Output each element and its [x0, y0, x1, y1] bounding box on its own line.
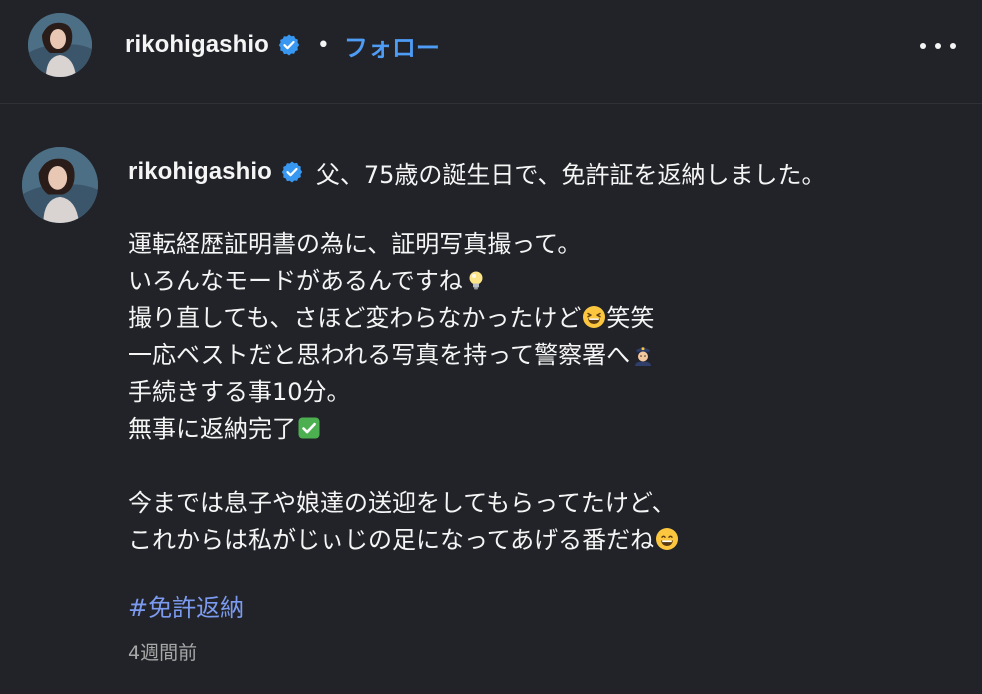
caption-line-text: 運転経歴証明書の為に、証明写真撮って。	[128, 230, 582, 258]
caption-line-text: これからは私がじぃじの足になってあげる番だね	[128, 526, 655, 554]
light-bulb-icon	[464, 268, 488, 292]
police-officer-icon	[631, 342, 655, 366]
caption-line-text: 一応ベストだと思われる写真を持って警察署へ	[128, 341, 631, 369]
caption-line-text: 今までは息子や娘達の送迎をしてもらってたけど、	[128, 489, 676, 517]
caption-line: 一応ベストだと思われる写真を持って警察署へ	[128, 337, 958, 374]
caption-line: いろんなモードがあるんですね	[128, 263, 958, 300]
caption-line: これからは私がじぃじの足になってあげる番だね	[128, 522, 958, 559]
header-username[interactable]: rikohigashio	[125, 31, 269, 59]
separator-dot: •	[316, 32, 330, 58]
caption-line: 無事に返納完了	[128, 411, 958, 448]
comment-avatar[interactable]	[22, 147, 98, 223]
comment-head: rikohigashio 父、75歳の誕生日で、免許証を返納しました。	[128, 155, 825, 189]
grinning-face-icon	[655, 527, 679, 551]
caption-line: 今までは息子や娘達の送迎をしてもらってたけど、	[128, 485, 958, 522]
caption-body: 運転経歴証明書の為に、証明写真撮って。 いろんなモードがあるんですね 撮り直して…	[128, 226, 958, 559]
post-header: rikohigashio • フォロー	[0, 0, 982, 104]
post-timestamp[interactable]: 4週間前	[128, 638, 197, 665]
hashtag-link[interactable]: #免許返納	[128, 588, 244, 623]
caption-laugh-text: 笑笑	[606, 304, 655, 332]
more-options-icon[interactable]	[920, 36, 956, 56]
caption-line-text: 撮り直しても、さほど変わらなかったけど	[128, 304, 582, 332]
follow-button[interactable]: フォロー	[344, 28, 440, 63]
caption-line-text: いろんなモードがあるんですね	[128, 267, 463, 295]
check-mark-button-icon	[297, 416, 321, 440]
caption-first-line: 父、75歳の誕生日で、免許証を返納しました。	[315, 160, 826, 189]
header-info: rikohigashio • フォロー	[125, 26, 440, 64]
avatar-image-icon	[22, 147, 98, 223]
caption-line: 手続きする事10分。	[128, 374, 958, 411]
caption-line-text: 無事に返納完了	[128, 415, 296, 443]
avatar-image-icon	[28, 13, 92, 77]
verified-badge-icon	[277, 33, 301, 57]
grinning-squinting-face-icon	[582, 305, 606, 329]
caption-line: 撮り直しても、さほど変わらなかったけど 笑笑	[128, 300, 958, 337]
comment-username[interactable]: rikohigashio	[128, 158, 272, 186]
caption-line: 運転経歴証明書の為に、証明写真撮って。	[128, 226, 958, 263]
avatar[interactable]	[28, 13, 92, 77]
verified-badge-icon	[280, 160, 304, 184]
caption-line-text: 手続きする事10分。	[128, 378, 351, 406]
